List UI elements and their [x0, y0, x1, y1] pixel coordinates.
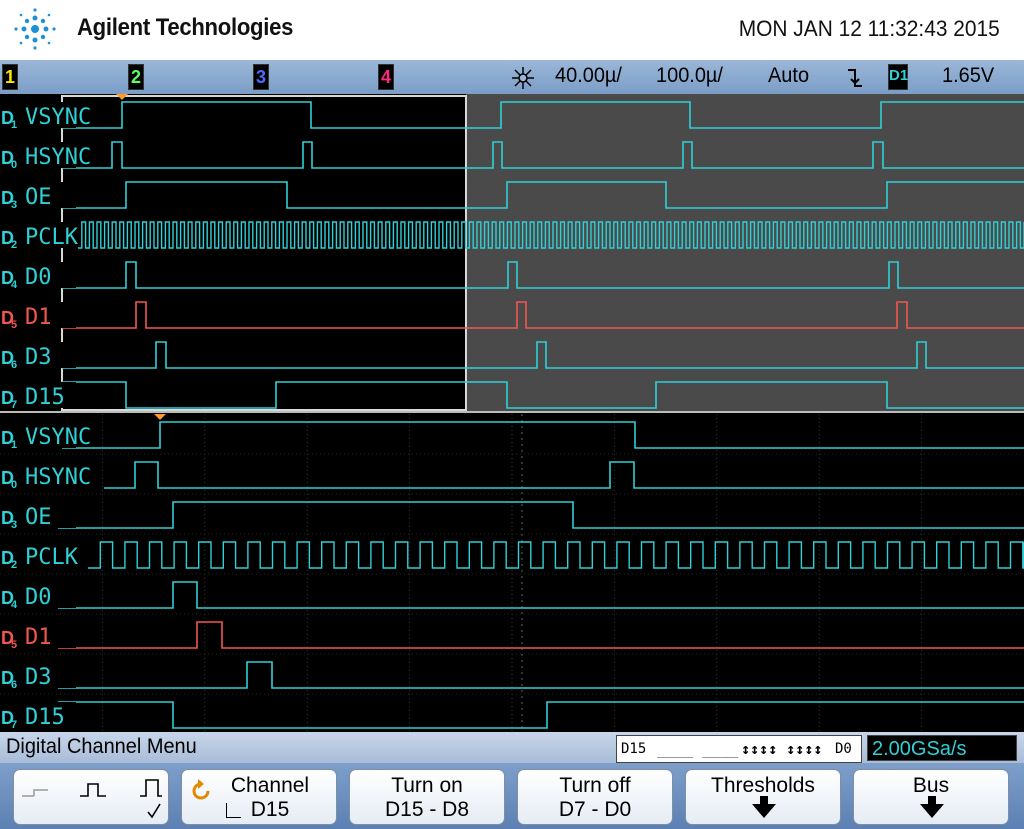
run-star-icon	[512, 67, 534, 89]
bit-display[interactable]: D15 ____ ____ ↕↕↕↕ ↕↕↕↕ D0	[616, 735, 862, 763]
main-signal-name: OE	[25, 505, 52, 530]
trace-hsync-main	[104, 461, 1024, 489]
softkey-turn-off-range: D7 - D0	[558, 798, 632, 821]
zoom-signal-name: D0	[25, 265, 52, 290]
main-channel-sub: 7	[11, 719, 17, 731]
zoom-signal-name: D15	[25, 385, 65, 410]
main-channel-sub: 1	[11, 439, 17, 451]
main-channel-sub: 4	[11, 599, 18, 611]
main-signal-name: PCLK	[25, 545, 79, 570]
softkey-thresholds-label: Thresholds	[711, 774, 815, 797]
bit-display-low: D0	[835, 741, 852, 757]
date-time: MON JAN 12 11:32:43 2015	[738, 16, 1000, 41]
trace-oe-main	[58, 501, 1024, 529]
time-per-div[interactable]: 40.00µ/	[555, 64, 622, 88]
trace-d15-main	[58, 701, 1024, 729]
menu-title: Digital Channel Menu	[6, 735, 197, 758]
trace-d0-main	[58, 581, 1024, 609]
zoom-signal-name: D1	[25, 305, 52, 330]
main-channel-sub: 3	[11, 519, 17, 531]
channel-1-indicator[interactable]: 1	[2, 64, 18, 90]
trigger-mode[interactable]: Auto	[768, 64, 809, 88]
trigger-marker-main	[154, 414, 166, 420]
main-channel-sub: 5	[11, 639, 17, 651]
softkey-bus-label: Bus	[912, 774, 950, 797]
falling-edge-icon	[848, 69, 862, 87]
bit-display-dashes: ____ ____	[657, 740, 739, 758]
trigger-source[interactable]: D1	[888, 64, 908, 90]
trigger-level[interactable]: 1.65V	[942, 64, 994, 88]
waveform-svg: D1 VSYNCD0 HSYNCD3 OED2 PCLKD4 D0D5 D1D6 D3D7 D1…	[0, 94, 1024, 732]
zoom-channel-sub: 1	[11, 119, 17, 131]
softkey-channel-label: Channel	[230, 774, 310, 797]
brand-name: Agilent Technologies	[77, 14, 294, 41]
main-signal-name: D1	[25, 625, 52, 650]
zoom-signal-name: D3	[25, 345, 52, 370]
zoom-out-region	[466, 94, 1024, 412]
zoom-signal-name: VSYNC	[25, 105, 91, 130]
softkey-channel-value: D15	[250, 798, 290, 821]
zoom-channel-sub: 2	[11, 239, 17, 251]
main-channel-sub: 0	[11, 479, 17, 491]
main-signal-name: HSYNC	[25, 465, 91, 490]
softkey-threshold-style[interactable]	[13, 769, 169, 825]
status-bar: 1 2 3 4 40.00µ/ 100.0µ/ Auto D1 1.65V	[0, 60, 1024, 94]
softkey-turn-on-label: Turn on	[391, 774, 463, 797]
channel-4-indicator[interactable]: 4	[378, 64, 394, 90]
channel-3-indicator[interactable]: 3	[253, 64, 269, 90]
trace-pclk-main	[88, 541, 1024, 569]
main-signal-name: D15	[25, 705, 65, 730]
submenu-arrow-icon	[752, 796, 776, 818]
zoom-signal-name: HSYNC	[25, 145, 91, 170]
softkey-bar: Channel D15 Turn on D15 - D8 Turn off D7…	[0, 763, 1024, 829]
trace-vsync-main	[62, 421, 1024, 449]
bit-display-arrows: ↕↕↕↕ ↕↕↕↕	[741, 740, 823, 758]
zoom-channel-sub: 3	[11, 199, 17, 211]
zoom-signal-name: PCLK	[25, 225, 79, 250]
waveform-display[interactable]: D 1 VSYNC D 0 HSYNC D 3 OE D 2 PCLK D 4 D0 D 5 D1 D 6 D3 D 7 D1…	[0, 94, 1024, 732]
softkey-turn-off[interactable]: Turn off D7 - D0	[517, 769, 673, 825]
zoom-channel-sub: 5	[11, 319, 17, 331]
zoom-channel-sub: 6	[11, 359, 17, 371]
zoom-channel-sub: 0	[11, 159, 17, 171]
main-signal-name: D3	[25, 665, 52, 690]
trigger-delay[interactable]: 100.0µ/	[656, 64, 723, 88]
bit-display-high: D15	[621, 741, 647, 757]
softkey-turn-on-range: D15 - D8	[384, 798, 470, 821]
zoom-channel-sub: 4	[11, 279, 18, 291]
softkey-bus[interactable]: Bus	[853, 769, 1009, 825]
main-channel-sub: 6	[11, 679, 17, 691]
softkey-turn-on[interactable]: Turn on D15 - D8	[349, 769, 505, 825]
trace-d3-main	[58, 661, 1024, 689]
sample-rate: 2.00GSa/s	[867, 735, 1017, 761]
softkey-channel[interactable]: Channel D15	[181, 769, 337, 825]
main-signal-name: D0	[25, 585, 52, 610]
header-bar: Agilent Technologies MON JAN 12 11:32:43…	[0, 0, 1024, 60]
trigger-source-label: D1	[889, 67, 909, 84]
softkey-turn-off-label: Turn off	[559, 774, 631, 797]
signal-style-icons	[22, 779, 162, 819]
main-signal-name: VSYNC	[25, 425, 91, 450]
agilent-spark-icon	[14, 8, 56, 50]
submenu-arrow-icon	[920, 796, 944, 818]
softkey-thresholds[interactable]: Thresholds	[685, 769, 841, 825]
zoom-signal-name: OE	[25, 185, 52, 210]
trace-d1-main	[58, 621, 1024, 649]
zoom-channel-sub: 7	[11, 399, 17, 411]
channel-2-indicator[interactable]: 2	[128, 64, 144, 90]
main-channel-sub: 2	[11, 559, 17, 571]
